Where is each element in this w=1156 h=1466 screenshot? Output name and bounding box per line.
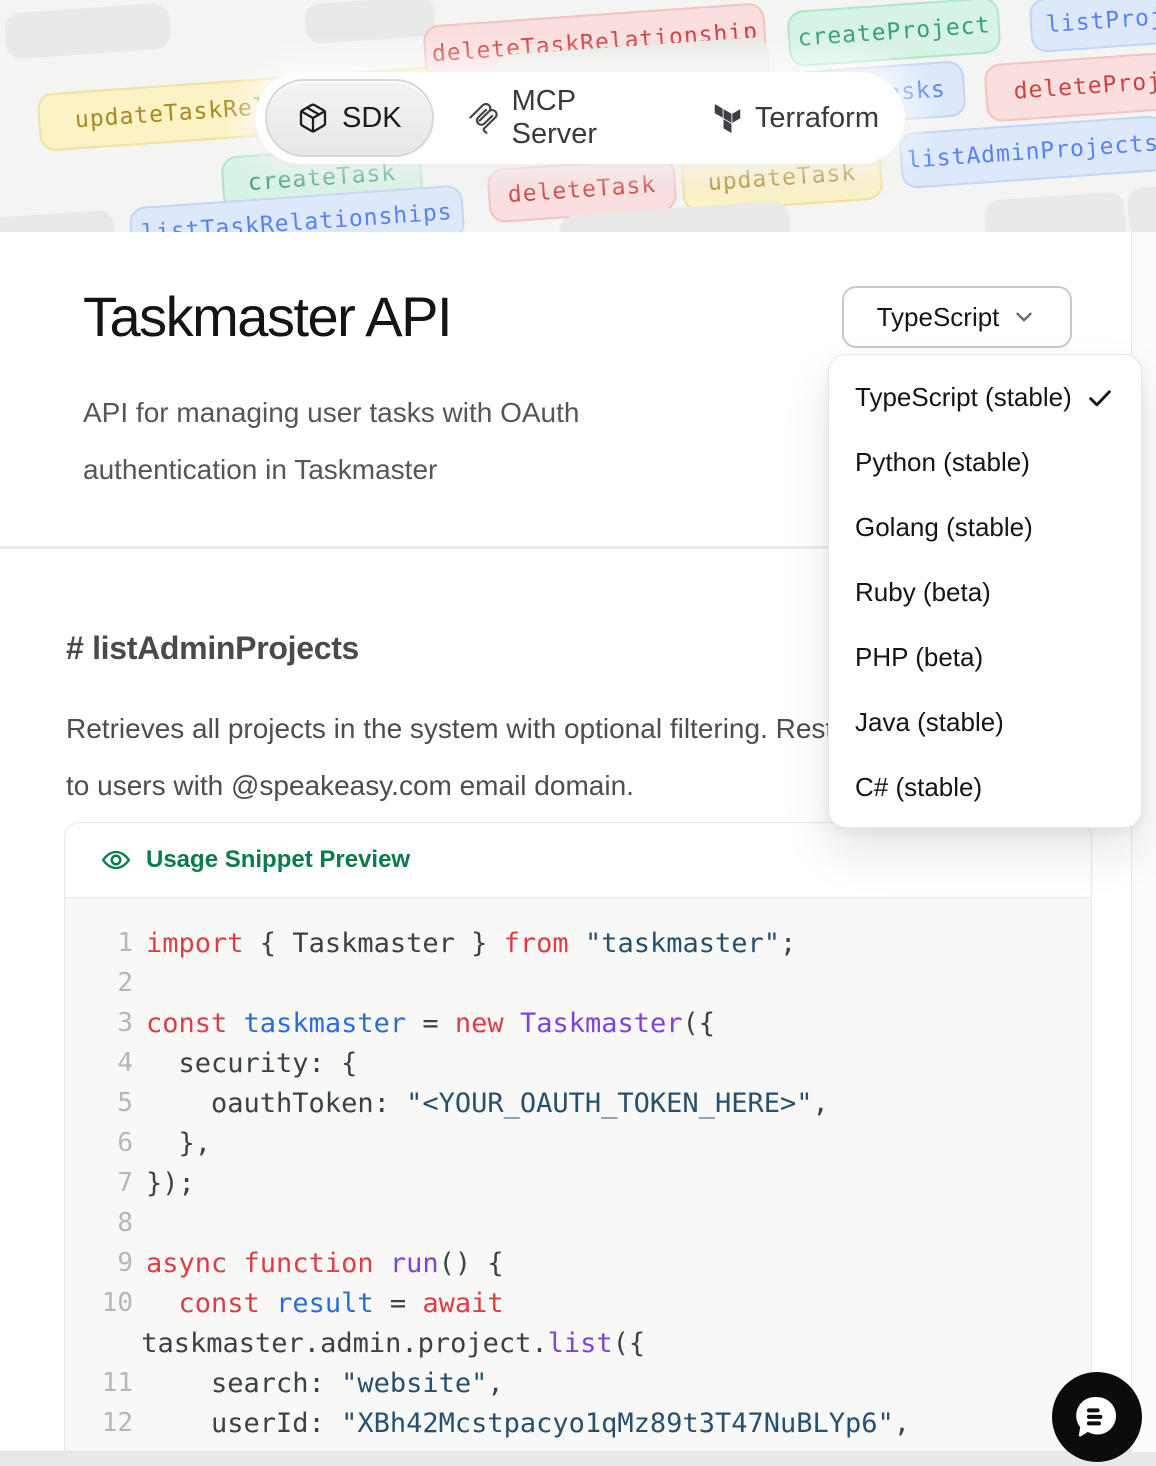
api-pill-placeholder	[0, 210, 117, 232]
api-pill-listProjects: listProjects	[1028, 0, 1156, 53]
language-selector-button[interactable]: TypeScript	[842, 286, 1072, 348]
api-pill-placeholder	[304, 0, 436, 44]
code-block: 1import { Taskmaster } from "taskmaster"…	[65, 898, 1091, 1452]
operation-description: Retrieves all projects in the system wit…	[66, 700, 902, 814]
code-line: 3const taskmaster = new Taskmaster({	[97, 1003, 1091, 1043]
page-title: Taskmaster API	[83, 284, 451, 349]
code-line: 8	[97, 1203, 1091, 1243]
code-line: 7});	[97, 1163, 1091, 1203]
language-option-label: PHP (beta)	[855, 642, 983, 673]
language-option-label: Golang (stable)	[855, 512, 1033, 543]
mcp-icon	[468, 103, 499, 134]
language-option-label: Java (stable)	[855, 707, 1004, 738]
snippet-header: Usage Snippet Preview	[65, 823, 1091, 898]
tab-mcp-server-label: MCP Server	[512, 85, 669, 151]
code-line: 13 });	[97, 1443, 1091, 1452]
language-menu: TypeScript (stable) Python (stable) Golang…	[828, 354, 1142, 828]
operation-description-line: Retrieves all projects in the system wit…	[66, 700, 902, 757]
chat-bubble-icon	[1069, 1389, 1125, 1445]
language-option-golang[interactable]: Golang (stable)	[829, 495, 1141, 560]
api-pill-placeholder	[1126, 180, 1156, 232]
operation-description-line: to users with @speakeasy.com email domai…	[66, 757, 902, 814]
snippet-title: Usage Snippet Preview	[146, 846, 410, 874]
api-pill-placeholder	[4, 2, 172, 59]
usage-snippet-card: Usage Snippet Preview 1import { Taskmast…	[64, 822, 1092, 1452]
language-option-ruby[interactable]: Ruby (beta)	[829, 560, 1141, 625]
operations-banner: deleteTaskRelationshipcreateProjectlistP…	[0, 0, 1156, 232]
language-option-java[interactable]: Java (stable)	[829, 690, 1141, 755]
segmented-control: SDK MCP Server Terraform	[255, 72, 905, 164]
language-option-label: Ruby (beta)	[855, 577, 991, 608]
language-option-label: Python (stable)	[855, 447, 1030, 478]
tab-terraform[interactable]: Terraform	[713, 102, 879, 135]
language-option-typescript[interactable]: TypeScript (stable)	[829, 365, 1141, 430]
code-line: 1import { Taskmaster } from "taskmaster"…	[97, 923, 1091, 963]
code-line: 11 search: "website",	[97, 1363, 1091, 1403]
code-line: 6 },	[97, 1123, 1091, 1163]
tab-sdk-label: SDK	[342, 102, 402, 135]
code-line: 2	[97, 963, 1091, 1003]
language-option-c[interactable]: C# (stable)	[829, 755, 1141, 820]
tab-mcp-server[interactable]: MCP Server	[468, 85, 669, 151]
code-line: 5 oauthToken: "<YOUR_OAUTH_TOKEN_HERE>",	[97, 1083, 1091, 1123]
chat-button[interactable]	[1052, 1372, 1142, 1462]
operation-heading: # listAdminProjects	[66, 630, 359, 667]
api-pill-createProject: createProject	[786, 0, 1001, 67]
code-line: 12 userId: "XBh42Mcstpacyo1qMz89t3T47NuB…	[97, 1403, 1091, 1443]
code-line: 10 const result = await	[97, 1283, 1091, 1323]
tab-terraform-label: Terraform	[755, 102, 879, 135]
tab-sdk[interactable]: SDK	[265, 79, 434, 157]
code-lines: 1import { Taskmaster } from "taskmaster"…	[97, 923, 1091, 1452]
language-selector-label: TypeScript	[877, 302, 1000, 333]
code-line: taskmaster.admin.project.list({	[97, 1323, 1091, 1363]
check-icon	[1085, 383, 1115, 413]
chevron-down-icon	[1011, 304, 1037, 330]
api-pill-deleteProject: deleteProject	[983, 47, 1156, 122]
language-option-label: C# (stable)	[855, 772, 982, 803]
page-description-line: API for managing user tasks with OAuth	[83, 384, 579, 441]
eye-icon	[101, 845, 131, 875]
page-description-line: authentication in Taskmaster	[83, 441, 579, 498]
page-description: API for managing user tasks with OAuth a…	[83, 384, 579, 498]
api-pill-placeholder	[983, 191, 1126, 232]
code-line: 9async function run() {	[97, 1243, 1091, 1283]
code-line: 4 security: {	[97, 1043, 1091, 1083]
terraform-icon	[713, 104, 742, 133]
api-pill-listAdminProjects: listAdminProjects	[898, 115, 1156, 189]
language-option-php[interactable]: PHP (beta)	[829, 625, 1141, 690]
language-option-python[interactable]: Python (stable)	[829, 430, 1141, 495]
language-option-label: TypeScript (stable)	[855, 382, 1072, 413]
package-icon	[297, 102, 329, 134]
